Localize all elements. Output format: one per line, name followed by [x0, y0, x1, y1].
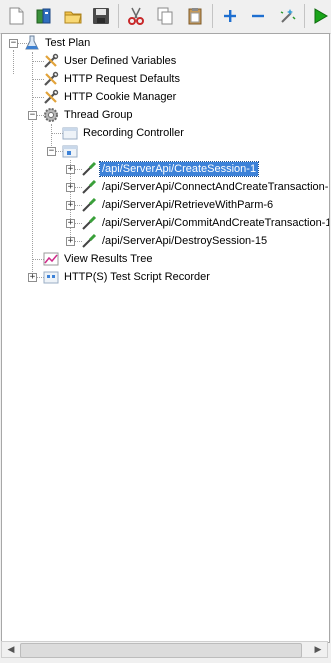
tree-node-thread-group[interactable]: Thread Group — [42, 106, 134, 124]
tree-node-label: Test Plan — [45, 37, 91, 49]
tree-node-sampler[interactable]: /api/ServerApi/CommitAndCreateTransactio… — [80, 214, 330, 232]
new-document-icon[interactable] — [4, 4, 28, 28]
tree-connector — [13, 50, 14, 74]
tree-node-label: User Defined Variables — [64, 55, 177, 67]
templates-book-icon[interactable] — [32, 4, 56, 28]
toolbar — [0, 0, 331, 34]
split-pane-divider[interactable] — [0, 659, 331, 663]
wrench-screwdriver-icon — [42, 88, 60, 106]
recorder-icon — [42, 268, 60, 286]
controller-icon — [61, 124, 79, 142]
plus-icon[interactable] — [218, 4, 242, 28]
tree-node-sampler[interactable]: /api/ServerApi/DestroySession-15 — [80, 232, 269, 250]
minus-icon[interactable] — [246, 4, 270, 28]
tree-node-sampler[interactable]: /api/ServerApi/RetrieveWithParm-6 — [80, 196, 275, 214]
tree-node-label: /api/ServerApi/CreateSession-1 — [98, 161, 260, 177]
toolbar-separator — [304, 4, 305, 28]
collapse-toggle[interactable]: − — [47, 147, 56, 156]
wrench-screwdriver-icon — [42, 52, 60, 70]
toolbar-separator — [118, 4, 119, 28]
pipette-icon — [80, 160, 98, 178]
tree-node-label: /api/ServerApi/ConnectAndCreateTransacti… — [102, 181, 329, 193]
pipette-icon — [80, 214, 98, 232]
wrench-screwdriver-icon — [42, 70, 60, 88]
save-disk-icon[interactable] — [89, 4, 113, 28]
gear-icon — [42, 106, 60, 124]
expand-toggle[interactable]: + — [66, 183, 75, 192]
copy-icon[interactable] — [153, 4, 177, 28]
controller-icon — [61, 142, 79, 160]
tree-node-http-cookie-manager[interactable]: HTTP Cookie Manager — [42, 88, 178, 106]
toolbar-separator — [212, 4, 213, 28]
scissors-icon[interactable] — [124, 4, 148, 28]
horizontal-scrollbar[interactable]: ◀ ▶ — [1, 641, 328, 658]
expand-toggle[interactable]: + — [66, 201, 75, 210]
scroll-left-icon[interactable]: ◀ — [3, 642, 19, 657]
tree-node-test-plan[interactable]: Test Plan — [23, 34, 92, 52]
tree-node-label: HTTP Cookie Manager — [64, 91, 177, 103]
tree-node-label: Recording Controller — [83, 127, 184, 139]
tree-node-simple-controller[interactable] — [61, 142, 81, 160]
pipette-icon — [80, 178, 98, 196]
tree-node-label: HTTP(S) Test Script Recorder — [64, 271, 210, 283]
collapse-toggle[interactable]: − — [9, 39, 18, 48]
toggle-wand-icon[interactable] — [276, 4, 300, 28]
tree-node-http-request-defaults[interactable]: HTTP Request Defaults — [42, 70, 182, 88]
tree-node-user-defined-variables[interactable]: User Defined Variables — [42, 52, 178, 70]
tree-connector — [32, 52, 33, 278]
tree-node-view-results-tree[interactable]: View Results Tree — [42, 250, 154, 268]
expand-toggle[interactable]: + — [66, 219, 75, 228]
expand-toggle[interactable]: + — [66, 237, 75, 246]
scroll-right-icon[interactable]: ▶ — [310, 642, 326, 657]
tree-node-label: HTTP Request Defaults — [64, 73, 180, 85]
chart-icon — [42, 250, 60, 268]
tree-node-sampler[interactable]: /api/ServerApi/ConnectAndCreateTransacti… — [80, 178, 329, 196]
tree-node-label: /api/ServerApi/RetrieveWithParm-6 — [102, 199, 274, 211]
open-folder-icon[interactable] — [61, 4, 85, 28]
tree-node-label: Thread Group — [64, 109, 133, 121]
tree-node-recording-controller[interactable]: Recording Controller — [61, 124, 186, 142]
test-plan-tree[interactable]: − − − + + + + + + Test Plan User Defined… — [1, 33, 330, 643]
tree-node-label: /api/ServerApi/DestroySession-15 — [102, 235, 268, 247]
tree-node-test-script-recorder[interactable]: HTTP(S) Test Script Recorder — [42, 268, 212, 286]
tree-node-label: /api/ServerApi/CommitAndCreateTransactio… — [102, 217, 330, 229]
flask-icon — [23, 34, 41, 52]
pipette-icon — [80, 232, 98, 250]
scrollbar-thumb[interactable] — [20, 643, 302, 658]
tree-node-label: View Results Tree — [64, 253, 153, 265]
paste-clipboard-icon[interactable] — [183, 4, 207, 28]
expand-toggle[interactable]: + — [28, 273, 37, 282]
expand-toggle[interactable]: + — [66, 165, 75, 174]
collapse-toggle[interactable]: − — [28, 111, 37, 120]
play-icon[interactable] — [308, 4, 331, 28]
tree-node-sampler[interactable]: /api/ServerApi/CreateSession-1 — [80, 160, 260, 178]
pipette-icon — [80, 196, 98, 214]
